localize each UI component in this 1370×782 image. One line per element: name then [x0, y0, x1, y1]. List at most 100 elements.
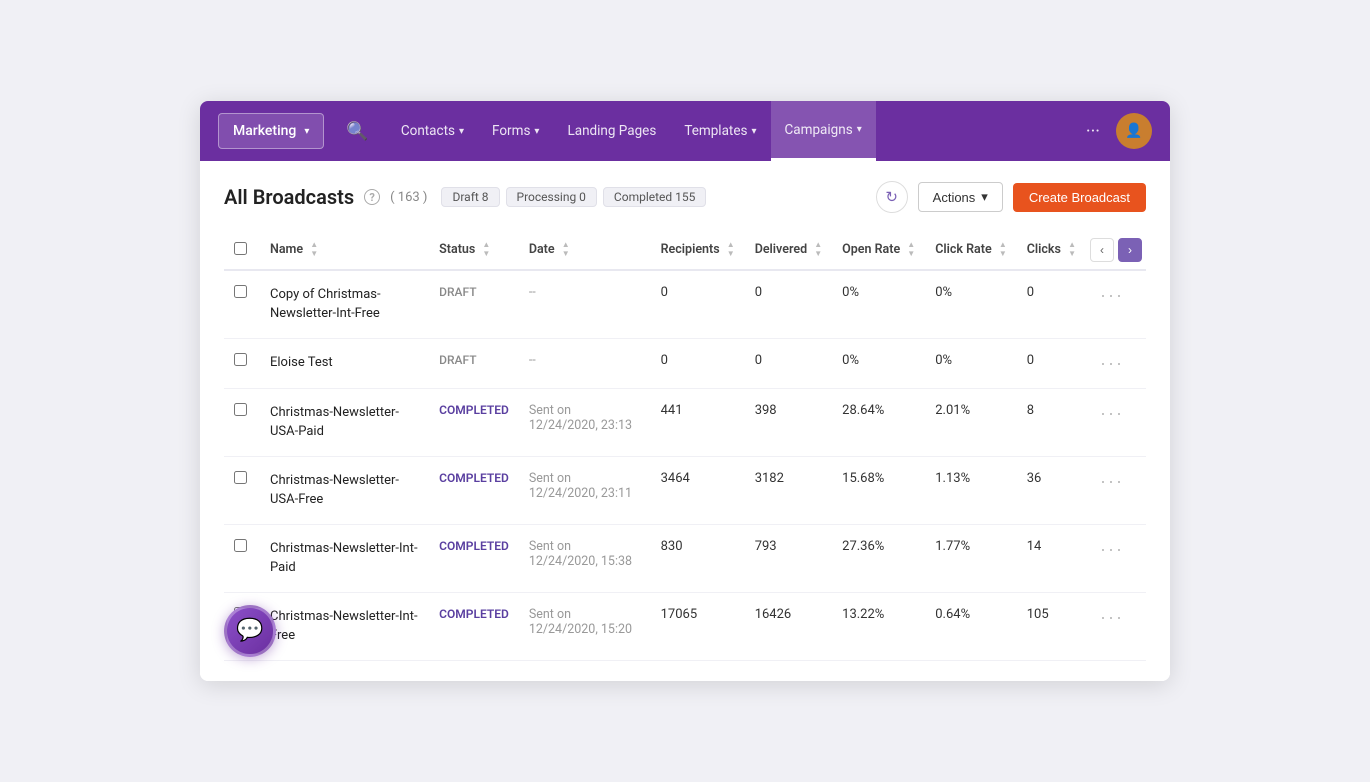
th-recipients[interactable]: Recipients ▲▼: [651, 231, 745, 270]
td-status-4: COMPLETED: [429, 524, 519, 592]
td-date-1: --: [519, 338, 651, 388]
row-checkbox-1[interactable]: [234, 353, 247, 366]
sort-date-icon: ▲▼: [562, 241, 570, 259]
td-date-2: Sent on 12/24/2020, 23:13: [519, 388, 651, 456]
app-wrapper: Marketing ▾ 🔍 Contacts ▾ Forms ▾ Landing…: [200, 101, 1170, 681]
th-clicks[interactable]: Clicks ▲▼: [1017, 231, 1086, 270]
table-row: Christmas-Newsletter-Int-Free COMPLETED …: [224, 592, 1146, 660]
app-container: Marketing ▾ 🔍 Contacts ▾ Forms ▾ Landing…: [200, 101, 1170, 681]
row-checkbox-0[interactable]: [234, 285, 247, 298]
td-recipients-3: 3464: [651, 456, 745, 524]
help-icon[interactable]: ?: [364, 189, 380, 205]
th-name[interactable]: Name ▲▼: [260, 231, 429, 270]
td-more-2: ···: [1086, 388, 1146, 456]
actions-button[interactable]: Actions ▾: [918, 182, 1003, 212]
td-checkbox-1: [224, 338, 260, 388]
td-open-rate-2: 28.64%: [832, 388, 925, 456]
th-open-rate[interactable]: Open Rate ▲▼: [832, 231, 925, 270]
select-all-checkbox[interactable]: [234, 242, 247, 255]
td-clicks-1: 0: [1017, 338, 1086, 388]
td-click-rate-1: 0%: [925, 338, 1017, 388]
td-more-3: ···: [1086, 456, 1146, 524]
search-icon[interactable]: 🔍: [346, 121, 368, 142]
td-clicks-4: 14: [1017, 524, 1086, 592]
nav-contacts[interactable]: Contacts ▾: [387, 101, 478, 161]
td-open-rate-5: 13.22%: [832, 592, 925, 660]
th-status[interactable]: Status ▲▼: [429, 231, 519, 270]
nav-templates[interactable]: Templates ▾: [670, 101, 770, 161]
row-checkbox-2[interactable]: [234, 403, 247, 416]
col-nav-next-button[interactable]: ›: [1118, 238, 1142, 262]
td-date-5: Sent on 12/24/2020, 15:20: [519, 592, 651, 660]
td-click-rate-5: 0.64%: [925, 592, 1017, 660]
refresh-button[interactable]: ↻: [876, 181, 908, 213]
table-row: Christmas-Newsletter-USA-Free COMPLETED …: [224, 456, 1146, 524]
td-recipients-1: 0: [651, 338, 745, 388]
nav-more-icon[interactable]: ···: [1070, 121, 1116, 142]
th-date[interactable]: Date ▲▼: [519, 231, 651, 270]
td-checkbox-2: [224, 388, 260, 456]
filter-draft[interactable]: Draft 8: [441, 187, 499, 207]
td-click-rate-3: 1.13%: [925, 456, 1017, 524]
td-checkbox-4: [224, 524, 260, 592]
td-name-4: Christmas-Newsletter-Int-Paid: [260, 524, 429, 592]
td-date-0: --: [519, 270, 651, 339]
marketing-label: Marketing: [233, 123, 296, 139]
top-nav: Marketing ▾ 🔍 Contacts ▾ Forms ▾ Landing…: [200, 101, 1170, 161]
th-click-rate[interactable]: Click Rate ▲▼: [925, 231, 1017, 270]
td-delivered-3: 3182: [745, 456, 832, 524]
table-body: Copy of Christmas-Newsletter-Int-Free DR…: [224, 270, 1146, 661]
row-checkbox-4[interactable]: [234, 539, 247, 552]
td-clicks-0: 0: [1017, 270, 1086, 339]
td-more-0: ···: [1086, 270, 1146, 339]
forms-chevron-icon: ▾: [534, 126, 539, 137]
page-title: All Broadcasts: [224, 185, 354, 209]
td-clicks-3: 36: [1017, 456, 1086, 524]
td-delivered-1: 0: [745, 338, 832, 388]
row-checkbox-3[interactable]: [234, 471, 247, 484]
row-more-button-3[interactable]: ···: [1096, 471, 1128, 492]
td-recipients-2: 441: [651, 388, 745, 456]
filter-completed[interactable]: Completed 155: [603, 187, 706, 207]
row-more-button-0[interactable]: ···: [1096, 285, 1128, 306]
chat-widget[interactable]: 💬: [224, 605, 276, 657]
td-open-rate-0: 0%: [832, 270, 925, 339]
col-nav-prev-button[interactable]: ‹: [1090, 238, 1114, 262]
th-delivered[interactable]: Delivered ▲▼: [745, 231, 832, 270]
sort-click-rate-icon: ▲▼: [999, 241, 1007, 259]
templates-chevron-icon: ▾: [751, 126, 756, 137]
td-status-1: DRAFT: [429, 338, 519, 388]
th-select-all: [224, 231, 260, 270]
filter-processing[interactable]: Processing 0: [506, 187, 597, 207]
row-more-button-4[interactable]: ···: [1096, 539, 1128, 560]
table-row: Copy of Christmas-Newsletter-Int-Free DR…: [224, 270, 1146, 339]
td-delivered-0: 0: [745, 270, 832, 339]
td-status-0: DRAFT: [429, 270, 519, 339]
nav-forms[interactable]: Forms ▾: [478, 101, 553, 161]
marketing-dropdown[interactable]: Marketing ▾: [218, 113, 324, 149]
nav-campaigns[interactable]: Campaigns ▾: [771, 101, 876, 161]
nav-links: Contacts ▾ Forms ▾ Landing Pages Templat…: [387, 101, 1070, 161]
td-status-3: COMPLETED: [429, 456, 519, 524]
nav-landing-pages[interactable]: Landing Pages: [553, 101, 670, 161]
contacts-chevron-icon: ▾: [459, 126, 464, 137]
marketing-chevron-icon: ▾: [304, 126, 309, 137]
sort-recipients-icon: ▲▼: [727, 241, 735, 259]
td-click-rate-0: 0%: [925, 270, 1017, 339]
row-more-button-2[interactable]: ···: [1096, 403, 1128, 424]
row-more-button-5[interactable]: ···: [1096, 607, 1128, 628]
sort-name-icon: ▲▼: [310, 241, 318, 259]
broadcasts-table-wrapper: Name ▲▼ Status ▲▼ Date ▲▼: [224, 231, 1146, 661]
sort-clicks-icon: ▲▼: [1068, 241, 1076, 259]
td-date-4: Sent on 12/24/2020, 15:38: [519, 524, 651, 592]
td-recipients-4: 830: [651, 524, 745, 592]
td-click-rate-4: 1.77%: [925, 524, 1017, 592]
td-open-rate-3: 15.68%: [832, 456, 925, 524]
row-more-button-1[interactable]: ···: [1096, 353, 1128, 374]
avatar[interactable]: 👤: [1116, 113, 1152, 149]
create-broadcast-button[interactable]: Create Broadcast: [1013, 183, 1146, 212]
table-row: Christmas-Newsletter-Int-Paid COMPLETED …: [224, 524, 1146, 592]
td-name-3: Christmas-Newsletter-USA-Free: [260, 456, 429, 524]
td-name-1: Eloise Test: [260, 338, 429, 388]
broadcasts-header: All Broadcasts ? ( 163 ) Draft 8 Process…: [224, 181, 1146, 213]
